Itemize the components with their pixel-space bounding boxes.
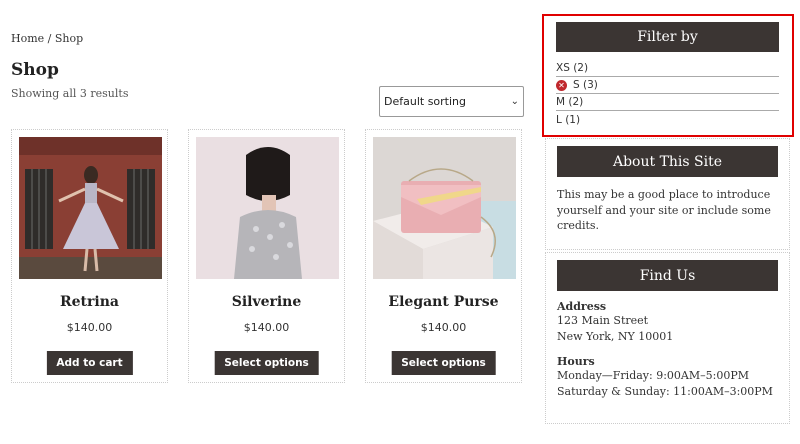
filter-widget-title: Filter by bbox=[556, 22, 779, 52]
filter-item-label: M (2) bbox=[556, 96, 584, 108]
chevron-down-icon: ⌄ bbox=[510, 96, 519, 107]
product-name[interactable]: Retrina bbox=[12, 294, 167, 310]
about-widget: About This Site This may be a good place… bbox=[545, 138, 790, 250]
product-name[interactable]: Silverine bbox=[189, 294, 344, 310]
select-options-button[interactable]: Select options bbox=[391, 351, 496, 375]
product-image-silverine[interactable] bbox=[196, 137, 339, 279]
about-text: This may be a good place to introduce yo… bbox=[557, 188, 771, 232]
filter-item-label: L (1) bbox=[556, 113, 581, 126]
remove-filter-icon[interactable]: ✕ bbox=[556, 79, 567, 91]
product-price: $140.00 bbox=[420, 321, 467, 334]
find-us-widget-title: Find Us bbox=[557, 260, 778, 291]
add-to-cart-button[interactable]: Add to cart bbox=[46, 351, 133, 375]
filter-item-label: XS (2) bbox=[556, 62, 589, 74]
select-options-button[interactable]: Select options bbox=[214, 351, 319, 375]
product-price: $140.00 bbox=[66, 321, 113, 334]
product-card: Silverine $140.00 Select options bbox=[188, 129, 345, 383]
breadcrumb-separator: / bbox=[44, 32, 55, 45]
product-name[interactable]: Elegant Purse bbox=[366, 294, 521, 310]
filter-item-l[interactable]: L (1) bbox=[556, 111, 779, 128]
hours-line: Monday—Friday: 9:00AM–5:00PM bbox=[557, 369, 749, 382]
product-card: Elegant Purse $140.00 Select options bbox=[365, 129, 522, 383]
sorting-selected-value: Default sorting bbox=[384, 95, 466, 108]
sorting-select[interactable]: Default sorting ⌄ bbox=[379, 86, 524, 117]
breadcrumb-home-link[interactable]: Home bbox=[11, 32, 44, 45]
address-label: Address bbox=[557, 300, 607, 313]
filter-item-label: S (3) bbox=[573, 79, 598, 91]
result-count: Showing all 3 results bbox=[11, 87, 129, 100]
breadcrumb-current: Shop bbox=[54, 32, 84, 45]
address-line: New York, NY 10001 bbox=[557, 329, 674, 343]
product-price: $140.00 bbox=[243, 321, 290, 334]
filter-item-s[interactable]: ✕ S (3) bbox=[556, 77, 779, 94]
find-us-widget: Find Us Address 123 Main Street New York… bbox=[545, 252, 790, 424]
product-image-retrina[interactable] bbox=[19, 137, 162, 279]
about-widget-title: About This Site bbox=[557, 146, 778, 177]
breadcrumb: Home / Shop bbox=[11, 32, 83, 45]
product-card: Retrina $140.00 Add to cart bbox=[11, 129, 168, 383]
filter-item-xs[interactable]: XS (2) bbox=[556, 60, 779, 77]
page-title: Shop bbox=[11, 60, 59, 80]
address-line: 123 Main Street bbox=[557, 314, 649, 327]
filter-list: XS (2) ✕ S (3) M (2) L (1) bbox=[556, 60, 779, 128]
hours-line: Saturday & Sunday: 11:00AM–3:00PM bbox=[557, 384, 773, 398]
filter-item-m[interactable]: M (2) bbox=[556, 94, 779, 111]
hours-label: Hours bbox=[557, 355, 595, 368]
product-image-elegant-purse[interactable] bbox=[373, 137, 516, 279]
